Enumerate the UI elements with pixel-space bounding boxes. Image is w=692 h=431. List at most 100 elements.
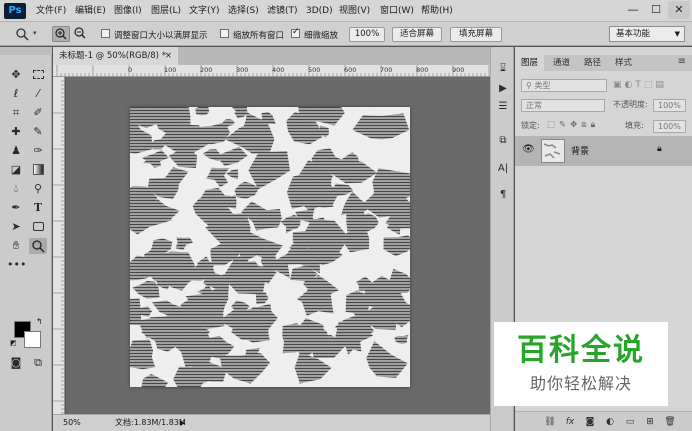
zoom-tool[interactable]	[29, 238, 47, 254]
more-tools-button[interactable]: •••	[7, 257, 26, 273]
eyedropper-tool[interactable]: ✐	[29, 105, 47, 121]
link-icon[interactable]: ⛓	[543, 415, 557, 429]
crop-tool[interactable]: ⌗	[7, 105, 25, 121]
brush-tool[interactable]: ✎	[29, 124, 47, 140]
lock-icon: 🔒︎	[657, 144, 662, 154]
tab-paths[interactable]: 路径	[578, 55, 607, 71]
zoom-icon	[32, 240, 45, 253]
history-brush-tool[interactable]: ✑	[29, 143, 47, 159]
minimize-button[interactable]: —	[622, 1, 644, 19]
paragraph-panel-icon[interactable]: ¶	[495, 187, 511, 203]
menu-window[interactable]: 窗口(W)	[380, 5, 414, 17]
menu-layer[interactable]: 图层(L)	[151, 5, 181, 17]
tab-channels[interactable]: 通道	[547, 55, 576, 71]
workspace-select[interactable]: 基本功能 ▼	[609, 26, 685, 42]
fx-icon[interactable]: fx	[563, 415, 577, 429]
quick-mask-button[interactable]: ◙	[7, 355, 25, 371]
layer-filter-kind[interactable]: ⚲ 类型	[521, 79, 607, 92]
menu-help[interactable]: 帮助(H)	[421, 5, 453, 17]
pen-tool[interactable]: ✒	[7, 200, 25, 216]
menu-file[interactable]: 文件(F)	[36, 5, 66, 17]
adjustment-icon[interactable]: ◐	[603, 415, 617, 429]
marquee-tool[interactable]	[29, 67, 47, 83]
trash-icon[interactable]: 🗑︎	[663, 415, 677, 429]
move-tool[interactable]: ✥	[7, 67, 25, 83]
type-icon: T	[33, 201, 43, 214]
properties-panel-icon[interactable]: ☰	[495, 99, 511, 115]
fill-screen-button[interactable]: 填充屏幕	[450, 27, 502, 42]
opacity-field[interactable]: 100%	[653, 99, 686, 112]
opacity-label: 不透明度:	[613, 100, 648, 109]
chevron-down-icon: ▾	[33, 29, 37, 37]
options-bar: ▾ 调整窗口大小以满屏显示 缩放所有窗口 细微缩放 100% 适合屏幕 填充屏幕…	[0, 22, 692, 46]
lock-icons[interactable]: ⬚✎✥⧈🔒︎	[547, 120, 599, 130]
canvas-area[interactable]	[66, 77, 490, 414]
zoom-out-button[interactable]	[72, 26, 90, 42]
layer-comps-panel-icon[interactable]: ⧉	[495, 133, 511, 149]
menu-3d[interactable]: 3D(D)	[306, 5, 333, 17]
tab-styles[interactable]: 样式	[609, 55, 638, 71]
menu-select[interactable]: 选择(S)	[228, 5, 259, 17]
fill-value: 100%	[658, 122, 681, 131]
magic-wand-tool[interactable]: ⁄	[29, 86, 47, 102]
menu-image[interactable]: 图像(I)	[114, 5, 142, 17]
toolbox-grip[interactable]	[0, 47, 52, 55]
ruler-label: 300	[236, 66, 249, 74]
document-tab-bar: 未标题-1 @ 50%(RGB/8) * ×	[53, 47, 490, 65]
swap-colors-icon[interactable]: ↰	[36, 317, 43, 326]
fit-screen-button[interactable]: 适合屏幕	[392, 27, 442, 42]
watermark-subtitle: 助你轻松解决	[529, 374, 632, 393]
document-canvas[interactable]	[130, 107, 410, 387]
zoom-all-windows-checkbox[interactable]	[220, 29, 229, 38]
close-tab-icon[interactable]: ×	[165, 47, 172, 65]
character-panel-icon[interactable]: A|	[495, 161, 511, 177]
fill-field[interactable]: 100%	[653, 120, 686, 133]
layer-filter-icons[interactable]: ▣◐T⬚▤	[613, 80, 667, 90]
type-tool[interactable]: T	[29, 200, 47, 216]
eraser-tool[interactable]: ◪	[7, 162, 25, 178]
zoom-tool-preset-picker[interactable]	[14, 26, 32, 42]
hand-tool[interactable]: ✋︎	[7, 238, 25, 254]
healing-brush-tool[interactable]: ✚	[7, 124, 25, 140]
clone-stamp-tool[interactable]: ♟	[7, 143, 25, 159]
eye-icon[interactable]: 👁︎	[522, 144, 535, 155]
maximize-button[interactable]: ☐	[645, 1, 667, 19]
lasso-tool[interactable]: ℓ	[7, 86, 25, 102]
actions-panel-icon[interactable]: ▶	[495, 81, 511, 97]
blend-mode-select[interactable]: 正常	[521, 99, 605, 112]
zoom-in-button[interactable]	[52, 26, 70, 42]
ruler-label: 900	[452, 66, 465, 74]
scrubby-zoom-checkbox[interactable]	[291, 27, 300, 38]
layer-name[interactable]: 背景	[571, 144, 589, 157]
ruler-label: 0	[128, 66, 133, 74]
resize-windows-checkbox[interactable]	[101, 29, 110, 38]
menu-view[interactable]: 视图(V)	[339, 5, 370, 17]
screen-mode-button[interactable]: ⧉	[29, 355, 47, 371]
zoom-100-button[interactable]: 100%	[349, 27, 385, 42]
status-zoom[interactable]: 50%	[63, 415, 81, 431]
default-colors-icon[interactable]: ◩	[10, 339, 17, 347]
mask-icon[interactable]: ◙	[583, 415, 597, 429]
gradient-tool[interactable]	[29, 162, 47, 178]
layer-row[interactable]: 👁︎ 背景 🔒︎	[515, 136, 692, 166]
shape-tool[interactable]	[29, 219, 47, 235]
arrow-icon: ➤	[11, 220, 21, 233]
tab-layers[interactable]: 图层	[515, 55, 545, 71]
layer-filter-kind-value: 类型	[534, 81, 551, 90]
new-layer-icon[interactable]: ⊞	[643, 415, 657, 429]
path-selection-tool[interactable]: ➤	[7, 219, 25, 235]
status-menu-arrow-icon[interactable]: ▶	[180, 415, 185, 431]
document-tab[interactable]: 未标题-1 @ 50%(RGB/8) * ×	[53, 47, 178, 65]
dodge-tool[interactable]: ⚲	[29, 181, 47, 197]
menu-type[interactable]: 文字(Y)	[189, 5, 220, 17]
pen-icon: ✒	[11, 201, 21, 214]
close-button[interactable]: ✕	[668, 1, 690, 19]
stamp-icon: ♟	[11, 144, 21, 157]
history-panel-icon[interactable]: ⌛︎	[495, 61, 511, 77]
blur-tool[interactable]: 💧︎	[7, 181, 25, 197]
menu-edit[interactable]: 编辑(E)	[75, 5, 106, 17]
group-icon[interactable]: ▭	[623, 415, 637, 429]
menu-filter[interactable]: 滤镜(T)	[267, 5, 298, 17]
background-color-swatch[interactable]	[24, 331, 41, 348]
panel-menu-icon[interactable]: ≡	[678, 56, 686, 67]
